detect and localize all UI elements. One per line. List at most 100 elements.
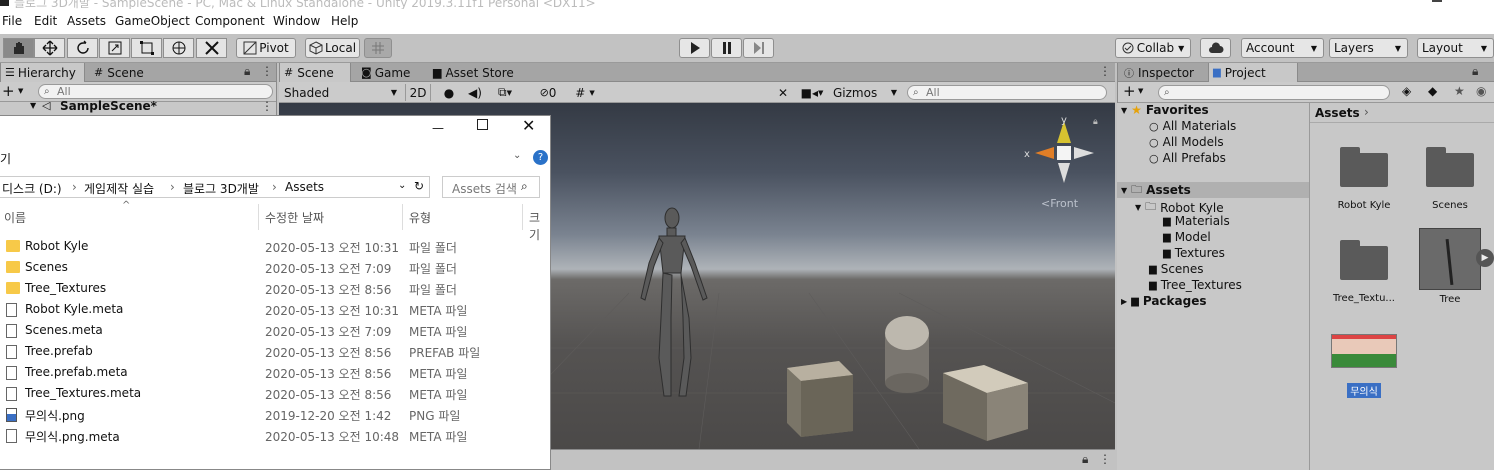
tab-project[interactable]: ▆ Project xyxy=(1208,63,1298,82)
local-toggle[interactable]: Local xyxy=(305,38,360,58)
menu-gameobject[interactable]: GameObject xyxy=(115,14,190,28)
more-menu-icon[interactable]: ⋮ xyxy=(1099,64,1111,78)
help-icon[interactable]: ? xyxy=(533,150,548,165)
tab-asset-store[interactable]: ▆ Asset Store xyxy=(429,63,539,82)
table-row[interactable]: Robot Kyle 2020-05-13 오전 10:31 파일 폴더 xyxy=(0,236,550,257)
chevron-down-icon[interactable]: ▼ xyxy=(18,87,23,95)
asset-robot-kyle[interactable]: Robot Kyle xyxy=(1324,147,1404,211)
scene-more-icon[interactable]: ⋮ xyxy=(261,99,273,113)
chevron-down-icon[interactable]: ▼ xyxy=(1138,87,1143,95)
table-row[interactable]: Tree_Textures 2020-05-13 오전 8:56 파일 폴더 xyxy=(0,278,550,299)
column-name[interactable]: 이름 xyxy=(4,209,26,226)
grid-snap-button[interactable] xyxy=(364,38,392,58)
menu-help[interactable]: Help xyxy=(331,14,358,28)
table-row[interactable]: Tree.prefab.meta 2020-05-13 오전 8:56 META 파… xyxy=(0,362,550,383)
effects-dropdown[interactable]: ⧉ ▼ xyxy=(491,84,519,101)
account-dropdown[interactable]: Account ▼ xyxy=(1241,38,1324,58)
tab-scene-secondary[interactable]: # Scene xyxy=(90,63,170,82)
hidden-objects-toggle[interactable]: ⊘ 0 xyxy=(533,84,563,101)
lock-icon[interactable]: 🔒︎ xyxy=(1082,452,1088,467)
asset-scenes[interactable]: Scenes xyxy=(1410,147,1490,211)
project-search-input[interactable]: ⌕ xyxy=(1158,85,1390,100)
gizmo-lock-icon[interactable]: 🔒︎ xyxy=(1093,117,1098,127)
filter-type-icon[interactable]: ◈ xyxy=(1402,84,1411,98)
pause-button[interactable] xyxy=(711,38,742,58)
tree-materials[interactable]: ▆ Materials xyxy=(1163,214,1230,228)
tab-game[interactable]: ◙ Game xyxy=(357,63,427,82)
tree-all-prefabs[interactable]: ○ All Prefabs xyxy=(1149,151,1226,165)
breadcrumb[interactable]: Assets xyxy=(1315,106,1360,120)
refresh-icon[interactable]: ↻ xyxy=(414,179,424,193)
tab-scene[interactable]: # Scene xyxy=(279,63,351,82)
favorite-star-icon[interactable]: ★ xyxy=(1454,84,1465,98)
rect-tool-button[interactable] xyxy=(131,38,162,58)
table-row[interactable]: Tree.prefab 2020-05-13 오전 8:56 PREFAB 파일 xyxy=(0,341,550,362)
close-icon[interactable]: ✕ xyxy=(522,116,535,135)
column-date[interactable]: 수정한 날짜 xyxy=(265,209,324,226)
table-row[interactable]: Scenes 2020-05-13 오전 7:09 파일 폴더 xyxy=(0,257,550,278)
play-button[interactable] xyxy=(679,38,710,58)
lock-icon[interactable]: 🔒︎ xyxy=(1472,64,1478,79)
tree-tree-textures[interactable]: ▆ Tree_Textures xyxy=(1149,278,1242,292)
asset-mueuisik-png[interactable]: 무의식 xyxy=(1324,334,1404,398)
step-button[interactable] xyxy=(743,38,774,58)
hierarchy-search-input[interactable]: ⌕ All xyxy=(38,84,273,99)
tree-all-materials[interactable]: ○ All Materials xyxy=(1149,119,1236,133)
audio-toggle[interactable]: ◀) xyxy=(465,84,485,101)
table-row[interactable]: Tree_Textures.meta 2020-05-13 오전 8:56 META… xyxy=(0,383,550,404)
transform-tool-button[interactable] xyxy=(163,38,194,58)
lighting-toggle[interactable]: ● xyxy=(439,84,459,101)
orientation-gizmo[interactable]: y x <Front xyxy=(1024,115,1094,210)
more-menu-icon[interactable]: ⋮ xyxy=(261,64,273,78)
tab-hierarchy[interactable]: ☰ Hierarchy xyxy=(0,63,85,82)
menu-file[interactable]: File xyxy=(2,14,22,28)
table-row[interactable]: 무의식.png 2019-12-20 오전 1:42 PNG 파일 xyxy=(0,404,550,425)
hand-tool-button[interactable] xyxy=(3,38,34,58)
filter-label-icon[interactable]: ◆ xyxy=(1428,84,1437,98)
scene-root-item[interactable]: SampleScene* xyxy=(60,99,157,113)
tree-favorites[interactable]: ▼ ★ Favorites xyxy=(1121,103,1209,117)
column-type[interactable]: 유형 xyxy=(409,209,431,226)
scene-search-input[interactable]: ⌕ All xyxy=(907,85,1107,100)
breadcrumb-drive[interactable]: 디스크 (D:) xyxy=(2,180,62,197)
table-row[interactable]: 무의식.png.meta 2020-05-13 오전 10:48 META 파일 xyxy=(0,425,550,446)
tree-assets[interactable]: ▼ 🗀 Assets xyxy=(1117,182,1309,198)
layout-dropdown[interactable]: Layout ▼ xyxy=(1417,38,1494,58)
menu-assets[interactable]: Assets xyxy=(67,14,106,28)
custom-tool-button[interactable] xyxy=(196,38,227,58)
explorer-search-input[interactable]: Assets 검색 ⌕ xyxy=(442,176,540,198)
tree-model[interactable]: ▆ Model xyxy=(1163,230,1211,244)
breadcrumb-folder-2[interactable]: 블로그 3D개발 xyxy=(183,180,259,197)
table-row[interactable]: Robot Kyle.meta 2020-05-13 오전 10:31 META 파… xyxy=(0,299,550,320)
collab-dropdown[interactable]: Collab ▼ xyxy=(1115,38,1191,58)
cloud-button[interactable] xyxy=(1200,38,1231,58)
layers-dropdown[interactable]: Layers ▼ xyxy=(1329,38,1408,58)
create-plus-icon[interactable]: + xyxy=(2,82,15,100)
play-preview-icon[interactable]: ▶ xyxy=(1476,249,1494,267)
hidden-packages-icon[interactable]: ◉ xyxy=(1476,84,1486,98)
lock-icon[interactable]: 🔒︎ xyxy=(244,64,250,79)
rotate-tool-button[interactable] xyxy=(67,38,98,58)
move-tool-button[interactable] xyxy=(34,38,65,58)
expand-arrow-icon[interactable]: ▼ xyxy=(30,101,36,110)
breadcrumb-folder-3[interactable]: Assets xyxy=(285,180,324,194)
tree-all-models[interactable]: ○ All Models xyxy=(1149,135,1224,149)
chevron-down-icon[interactable]: ⌄ xyxy=(398,180,406,191)
create-plus-icon[interactable]: + xyxy=(1123,82,1136,100)
chevron-down-icon[interactable]: ⌄ xyxy=(513,150,521,161)
camera-dropdown[interactable]: ■◂ ▼ xyxy=(797,84,827,101)
address-bar[interactable]: 디스크 (D:) › 게임제작 실습 › 블로그 3D개발 › Assets ⌄… xyxy=(0,176,430,198)
mode-2d-toggle[interactable]: 2D xyxy=(405,84,431,101)
maximize-icon[interactable] xyxy=(477,119,488,130)
breadcrumb-folder-1[interactable]: 게임제작 실습 xyxy=(84,180,154,197)
shading-mode-dropdown[interactable]: Shaded ▼ xyxy=(284,84,399,101)
table-row[interactable]: Scenes.meta 2020-05-13 오전 7:09 META 파일 xyxy=(0,320,550,341)
gizmos-dropdown[interactable]: Gizmos ▼ xyxy=(833,84,901,101)
pivot-toggle[interactable]: Pivot xyxy=(236,38,296,58)
grid-toggle[interactable]: # ▼ xyxy=(569,84,601,101)
tools-toggle[interactable]: ✕ xyxy=(773,84,793,101)
minimize-icon[interactable]: — xyxy=(432,121,444,135)
tab-inspector[interactable]: ⓘ Inspector xyxy=(1120,63,1206,82)
minimize-icon[interactable] xyxy=(1432,0,1442,2)
menu-component[interactable]: Component xyxy=(195,14,265,28)
